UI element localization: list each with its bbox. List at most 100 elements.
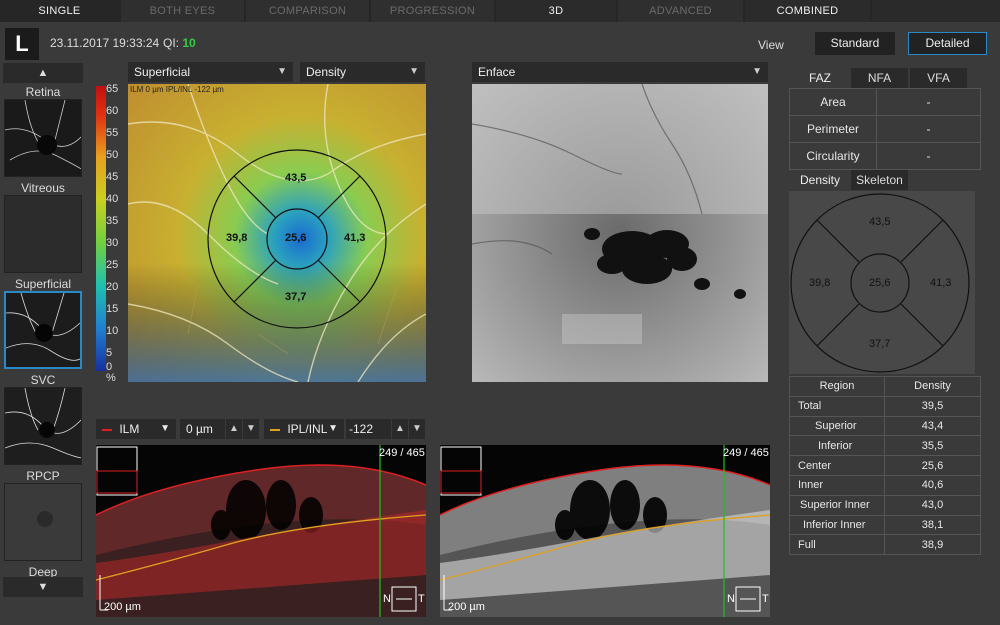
map-mode-value: Density xyxy=(306,65,347,79)
tab-nfa[interactable]: NFA xyxy=(851,68,908,88)
table-row: Center 25,6 xyxy=(789,455,981,476)
top-offset-increment[interactable]: ▲ xyxy=(225,419,242,439)
tab-progression[interactable]: PROGRESSION xyxy=(371,0,496,22)
temporal-label: T xyxy=(762,593,769,605)
tab-3d[interactable]: 3D xyxy=(496,0,618,22)
scroll-down-button[interactable]: ▼ xyxy=(3,577,83,597)
faz-label: Area xyxy=(789,88,877,116)
tab-advanced[interactable]: ADVANCED xyxy=(618,0,745,22)
faz-row-perimeter: Perimeter - xyxy=(789,115,981,143)
thumb-label-svc: SVC xyxy=(30,373,56,387)
thumb-rpcp[interactable] xyxy=(4,483,82,561)
thumb-superficial[interactable] xyxy=(4,291,82,369)
density-cell: 43,4 xyxy=(884,415,981,437)
frame-counter: 249 / 465 xyxy=(723,447,769,459)
map-mode-dropdown[interactable]: Density ▼ xyxy=(300,62,425,82)
column-header-region: Region xyxy=(789,376,885,397)
bscan-structural[interactable]: 249 / 465 200 µm N T xyxy=(440,445,770,617)
layer-thumbnail-strip: ▲ Retina Vitreous Superficial SVC RPCP D… xyxy=(3,63,83,618)
bscan-angio-image xyxy=(96,445,426,617)
diagram-value-right: 41,3 xyxy=(930,277,952,289)
rpcp-thumb-image xyxy=(5,484,81,560)
scale-tick: 35 xyxy=(106,215,119,227)
tab-both-eyes[interactable]: BOTH EYES xyxy=(121,0,246,22)
tab-density[interactable]: Density xyxy=(791,170,849,190)
scroll-up-button[interactable]: ▲ xyxy=(3,63,83,83)
scale-tick: 60 xyxy=(106,105,119,117)
chevron-down-icon: ▼ xyxy=(328,423,338,434)
thumb-label-rpcp: RPCP xyxy=(26,469,60,483)
thumb-vitreous[interactable] xyxy=(4,195,82,273)
scale-tick: 15 xyxy=(106,303,119,315)
table-row: Total 39,5 xyxy=(789,395,981,417)
tab-comparison[interactable]: COMPARISON xyxy=(246,0,371,22)
scale-tick: 5 xyxy=(106,347,113,359)
bottom-offset-input[interactable]: -122 µm xyxy=(346,419,391,456)
sector-value-top: 43,5 xyxy=(285,172,307,184)
scale-tick: 45 xyxy=(106,171,119,183)
tab-vfa[interactable]: VFA xyxy=(910,68,967,88)
enface-dropdown[interactable]: Enface ▼ xyxy=(472,62,768,82)
faz-value: - xyxy=(876,115,981,143)
layer-dropdown[interactable]: Superficial ▼ xyxy=(128,62,293,82)
density-table-header: Region Density xyxy=(789,376,981,397)
table-row: Inferior 35,5 xyxy=(789,435,981,457)
scale-tick: 65 xyxy=(106,83,119,95)
density-color-scale xyxy=(96,86,106,371)
region-cell: Inner xyxy=(789,474,885,496)
chevron-up-icon: ▲ xyxy=(395,423,405,434)
chevron-down-icon: ▼ xyxy=(277,66,287,77)
thumb-label-retina: Retina xyxy=(25,85,61,99)
bottom-offset-decrement[interactable]: ▼ xyxy=(408,419,425,439)
vitreous-thumb-image xyxy=(5,196,81,272)
detailed-view-button[interactable]: Detailed xyxy=(908,32,987,55)
scan-datetime: 23.11.2017 19:33:24 xyxy=(50,36,160,50)
chevron-down-icon: ▼ xyxy=(752,66,762,77)
scale-unit: % xyxy=(106,372,116,384)
density-map[interactable]: ILM 0 µm IPL/INL -122 µm 43,5 39,8 25,6 … xyxy=(128,84,426,382)
tab-faz[interactable]: FAZ xyxy=(791,68,849,88)
enface-image[interactable] xyxy=(472,84,768,382)
table-row: Inner 40,6 xyxy=(789,474,981,496)
top-offset-decrement[interactable]: ▼ xyxy=(242,419,259,439)
chevron-down-icon: ▼ xyxy=(246,423,256,434)
bottom-boundary-dropdown[interactable]: IPL/INL ▼ xyxy=(264,419,344,439)
thumb-retina[interactable] xyxy=(4,99,82,177)
superficial-thumb-image xyxy=(6,293,80,367)
density-map-image xyxy=(128,84,426,382)
diagram-value-top: 43,5 xyxy=(869,216,891,228)
faz-value: - xyxy=(876,88,981,116)
sector-value-center: 25,6 xyxy=(285,232,307,244)
faz-row-area: Area - xyxy=(789,88,981,116)
scale-tick: 25 xyxy=(106,259,119,271)
scale-tick: 20 xyxy=(106,281,119,293)
tab-single[interactable]: SINGLE xyxy=(0,0,121,22)
top-offset-input[interactable]: 0 µm xyxy=(180,419,225,439)
region-cell: Inferior xyxy=(789,435,885,457)
bscan-angio[interactable]: 249 / 465 200 µm N T xyxy=(96,445,426,617)
diagram-value-bottom: 37,7 xyxy=(869,338,891,350)
thumb-svc[interactable] xyxy=(4,387,82,465)
faz-value: - xyxy=(876,142,981,170)
chevron-up-icon: ▲ xyxy=(37,67,49,79)
scale-tick: 50 xyxy=(106,149,119,161)
tab-skeleton[interactable]: Skeleton xyxy=(851,170,908,190)
nasal-label: N xyxy=(383,593,391,605)
chevron-down-icon: ▼ xyxy=(160,423,170,434)
bottom-offset-increment[interactable]: ▲ xyxy=(391,419,408,439)
faz-table: Area - Perimeter - Circularity - xyxy=(789,88,981,170)
layer-dropdown-value: Superficial xyxy=(134,65,191,79)
mode-tab-bar: SINGLE BOTH EYES COMPARISON PROGRESSION … xyxy=(0,0,1000,22)
diagram-value-left: 39,8 xyxy=(809,277,831,289)
standard-view-button[interactable]: Standard xyxy=(815,32,895,55)
enface-image-canvas xyxy=(472,84,768,382)
column-header-density: Density xyxy=(884,376,981,397)
tab-combined[interactable]: COMBINED xyxy=(745,0,872,22)
region-cell: Inferior Inner xyxy=(789,514,885,536)
faz-row-circularity: Circularity - xyxy=(789,142,981,170)
top-boundary-dropdown[interactable]: ILM ▼ xyxy=(96,419,176,439)
thumb-label-superficial: Superficial xyxy=(14,277,72,291)
density-cell: 40,6 xyxy=(884,474,981,496)
diagram-value-center: 25,6 xyxy=(869,277,891,289)
faz-label: Circularity xyxy=(789,142,877,170)
